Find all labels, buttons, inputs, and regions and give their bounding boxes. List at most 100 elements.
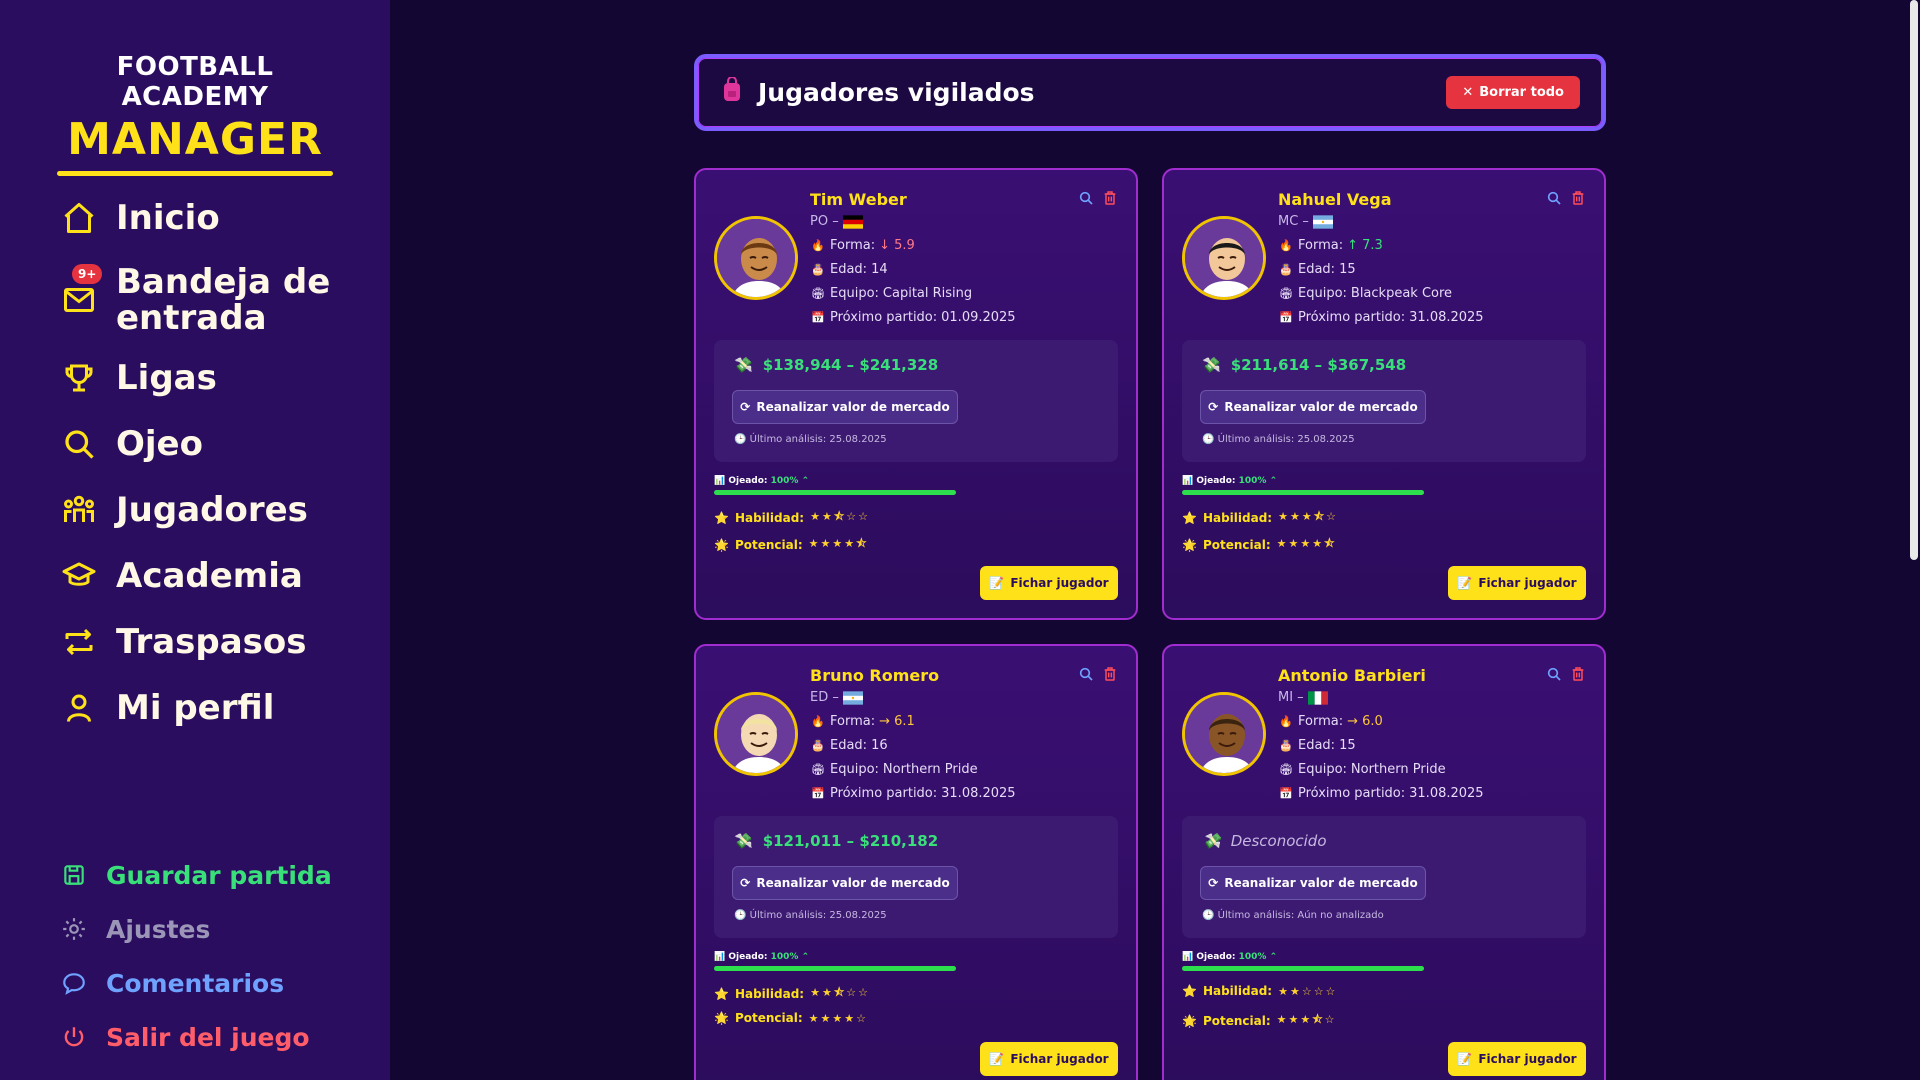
form-value: ↑ 7.3 (1347, 238, 1383, 253)
player-card: Antonio Barbieri MI – 🔥 Forma: → 6.0 🎂 E… (1162, 644, 1606, 1080)
sign-player-button[interactable]: 📝 Fichar jugador (980, 566, 1118, 600)
player-age: 🎂 Edad: 15 (1278, 262, 1355, 277)
next-match-value: 31.08.2025 (941, 786, 1016, 801)
market-value: 💸 Desconocido (1202, 832, 1327, 850)
reanalyze-market-button[interactable]: ⟳ Reanalizar valor de mercado (732, 866, 958, 900)
team-value: Northern Pride (1350, 762, 1446, 777)
settings-label: Ajustes (106, 914, 211, 944)
age-value: 15 (1339, 738, 1356, 753)
clear-all-button[interactable]: ✕ Borrar todo (1446, 76, 1580, 109)
player-name[interactable]: Nahuel Vega (1278, 190, 1391, 209)
comments-button[interactable]: Comentarios (58, 956, 378, 1010)
star-icon: ⭐ (714, 510, 729, 525)
scouted-value: 100% (770, 952, 799, 962)
player-position: PO – (810, 214, 863, 229)
clock-icon: 🕒 (1202, 434, 1215, 445)
player-position: ED – (810, 690, 863, 705)
reanalyze-label: Reanalizar valor de mercado (756, 876, 950, 890)
flag-icon (1312, 214, 1333, 229)
next-match-value: 31.08.2025 (1409, 786, 1484, 801)
skill-rating: ⭐ Habilidad: ★★⯪☆☆ (714, 508, 870, 527)
last-analysis: 🕒 Último análisis: 25.08.2025 (734, 434, 887, 445)
scouted-label: Ojeado: (728, 476, 768, 486)
nav-item-mi-perfil[interactable]: Mi perfil (58, 680, 378, 736)
nav-item-ligas[interactable]: Ligas (58, 350, 378, 406)
contract-icon: 📝 (1457, 576, 1473, 590)
player-form: 🔥 Forma: → 6.1 (810, 714, 915, 729)
sign-player-button[interactable]: 📝 Fichar jugador (1448, 1042, 1586, 1076)
reanalyze-label: Reanalizar valor de mercado (1224, 876, 1418, 890)
card-actions (1078, 190, 1118, 210)
chevron-up-icon: ⌃ (1269, 952, 1278, 962)
scouted-progress-bar (1182, 966, 1424, 971)
quit-game-label: Salir del juego (106, 1022, 310, 1052)
search-icon[interactable] (1078, 190, 1094, 210)
player-next-match: 📅 Próximo partido: 31.08.2025 (1278, 786, 1484, 801)
reanalyze-market-button[interactable]: ⟳ Reanalizar valor de mercado (1200, 866, 1426, 900)
scouted-progress-fill (714, 490, 956, 495)
potential-stars: ★★★★⯪ (1276, 537, 1337, 550)
search-icon (58, 423, 100, 465)
transfer-icon (58, 621, 100, 663)
player-name[interactable]: Bruno Romero (810, 666, 939, 685)
team-value: Blackpeak Core (1350, 286, 1453, 301)
reanalyze-market-button[interactable]: ⟳ Reanalizar valor de mercado (732, 390, 958, 424)
chart-icon: 📊 (1182, 476, 1194, 486)
sign-player-button[interactable]: 📝 Fichar jugador (980, 1042, 1118, 1076)
trash-icon[interactable] (1570, 190, 1586, 210)
scrollbar[interactable] (1910, 0, 1918, 560)
next-match-value: 01.09.2025 (941, 310, 1016, 325)
search-icon[interactable] (1546, 666, 1562, 686)
trash-icon[interactable] (1570, 666, 1586, 686)
scouted-progress-bar (714, 490, 956, 495)
next-match-label: Próximo partido: (1298, 310, 1406, 325)
quit-game-button[interactable]: Salir del juego (58, 1010, 378, 1064)
form-label: Forma: (1298, 238, 1344, 253)
nav-item-ojeo[interactable]: Ojeo (58, 416, 378, 472)
cake-icon: 🎂 (1279, 263, 1293, 276)
last-analysis-value: Aún no analizado (1297, 910, 1384, 921)
trash-icon[interactable] (1102, 190, 1118, 210)
reanalyze-label: Reanalizar valor de mercado (756, 400, 950, 414)
nav-item-jugadores[interactable]: Jugadores (58, 482, 378, 538)
nav-item-inicio[interactable]: Inicio (58, 190, 378, 246)
age-value: 16 (871, 738, 888, 753)
market-value-panel: 💸 $121,011 – $210,182 ⟳ Reanalizar valor… (714, 816, 1118, 938)
main-nav: Inicio 9+ Bandeja de entrada Ligas Ojeo (58, 190, 378, 736)
skill-stars: ★★⯪☆☆ (810, 986, 870, 999)
nav-item-academia[interactable]: Academia (58, 548, 378, 604)
save-game-label: Guardar partida (106, 860, 332, 890)
nav-item-traspasos[interactable]: Traspasos (58, 614, 378, 670)
player-name[interactable]: Tim Weber (810, 190, 907, 209)
player-position: MC – (1278, 214, 1333, 229)
form-label: Forma: (830, 238, 876, 253)
potential-label: Potencial: (734, 1011, 803, 1025)
sign-player-button[interactable]: 📝 Fichar jugador (1448, 566, 1586, 600)
form-value: → 6.0 (1347, 714, 1383, 729)
scouted-status: 📊 Ojeado: 100% ⌃ (714, 476, 809, 486)
settings-button[interactable]: Ajustes (58, 902, 378, 956)
search-icon[interactable] (1078, 666, 1094, 686)
player-age: 🎂 Edad: 15 (1278, 738, 1356, 753)
position-text: MC – (1278, 214, 1309, 229)
skill-label: Habilidad: (734, 986, 805, 1001)
reanalyze-market-button[interactable]: ⟳ Reanalizar valor de mercado (1200, 390, 1426, 424)
nav-item-bandeja[interactable]: 9+ Bandeja de entrada (58, 258, 378, 342)
skill-label: Habilidad: (734, 510, 805, 525)
scouted-progress-fill (714, 966, 956, 971)
team-label: Equipo: (1298, 286, 1347, 301)
cake-icon: 🎂 (1279, 739, 1293, 752)
sign-player-label: Fichar jugador (1010, 1052, 1109, 1066)
search-icon[interactable] (1546, 190, 1562, 210)
player-team: 🏟 Equipo: Capital Rising (810, 286, 972, 301)
graduation-icon (58, 555, 100, 597)
trash-icon[interactable] (1102, 666, 1118, 686)
scouted-value: 100% (770, 476, 799, 486)
next-match-label: Próximo partido: (830, 310, 938, 325)
nav-label: Jugadores (116, 490, 308, 530)
save-game-button[interactable]: Guardar partida (58, 848, 378, 902)
player-name[interactable]: Antonio Barbieri (1278, 666, 1426, 685)
next-match-label: Próximo partido: (1298, 786, 1406, 801)
skill-rating: ⭐ Habilidad: ★★☆☆☆ (1182, 984, 1337, 998)
scouted-progress-fill (1182, 966, 1424, 971)
